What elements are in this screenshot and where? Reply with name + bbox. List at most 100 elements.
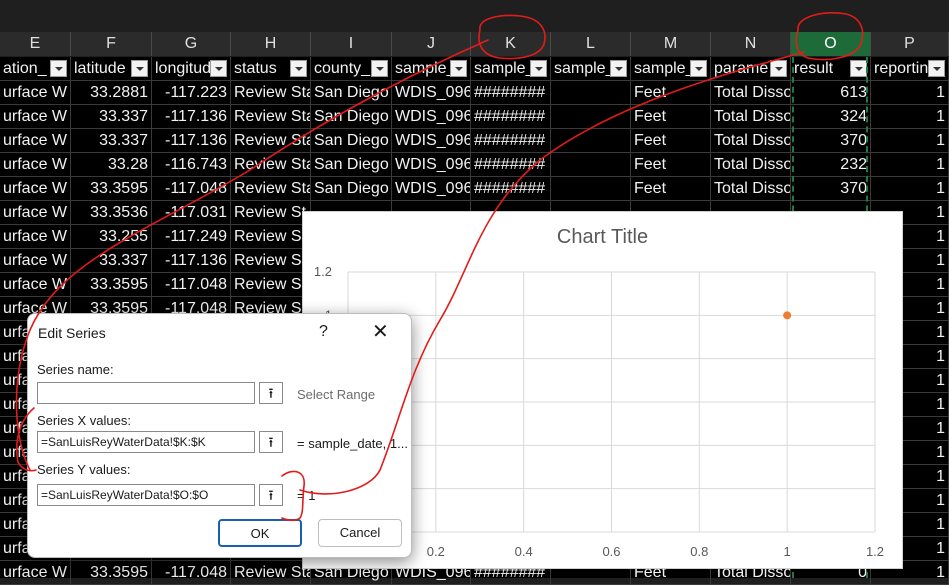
- filter-dropdown-icon[interactable]: [928, 60, 945, 77]
- table-cell[interactable]: ########: [471, 129, 551, 153]
- filter-dropdown-icon[interactable]: [610, 60, 627, 77]
- table-cell[interactable]: [551, 177, 631, 201]
- table-cell[interactable]: WDIS_096: [392, 129, 471, 153]
- cancel-button[interactable]: Cancel: [318, 519, 402, 547]
- table-cell[interactable]: San Diego: [311, 129, 392, 153]
- table-cell[interactable]: [551, 153, 631, 177]
- table-cell[interactable]: 33.3595: [71, 273, 152, 297]
- filter-dropdown-icon[interactable]: [770, 60, 787, 77]
- table-cell[interactable]: Review Sta: [231, 177, 311, 201]
- table-cell[interactable]: 370: [791, 129, 871, 153]
- filter-dropdown-icon[interactable]: [50, 60, 67, 77]
- table-cell[interactable]: 33.337: [71, 105, 152, 129]
- filter-dropdown-icon[interactable]: [290, 60, 307, 77]
- table-cell[interactable]: -117.136: [152, 129, 231, 153]
- ok-button[interactable]: OK: [218, 519, 302, 547]
- table-cell[interactable]: 33.3536: [71, 201, 152, 225]
- table-cell[interactable]: [551, 129, 631, 153]
- close-icon[interactable]: ✕: [372, 319, 389, 344]
- table-cell[interactable]: urface W: [0, 561, 71, 585]
- table-cell[interactable]: urface W: [0, 201, 71, 225]
- table-cell[interactable]: San Diego: [311, 153, 392, 177]
- table-cell[interactable]: Total Disso: [711, 129, 791, 153]
- column-header-l[interactable]: L: [551, 32, 631, 56]
- filter-dropdown-icon[interactable]: [371, 60, 388, 77]
- table-cell[interactable]: -117.031: [152, 201, 231, 225]
- table-cell[interactable]: 1: [871, 105, 949, 129]
- table-cell[interactable]: urface W: [0, 129, 71, 153]
- column-header-k[interactable]: K: [471, 32, 551, 56]
- column-header-f[interactable]: F: [71, 32, 152, 56]
- table-cell[interactable]: Review Sta: [231, 153, 311, 177]
- table-cell[interactable]: -117.136: [152, 249, 231, 273]
- table-cell[interactable]: 33.2881: [71, 81, 152, 105]
- series-y-range-icon[interactable]: ⭱: [259, 484, 283, 506]
- table-cell[interactable]: ########: [471, 153, 551, 177]
- table-cell[interactable]: San Diego: [311, 81, 392, 105]
- table-cell[interactable]: 33.28: [71, 153, 152, 177]
- table-cell[interactable]: Review S: [231, 249, 311, 273]
- table-cell[interactable]: -116.743: [152, 153, 231, 177]
- table-cell[interactable]: WDIS_096: [392, 153, 471, 177]
- table-cell[interactable]: urface W: [0, 225, 71, 249]
- table-cell[interactable]: San Diego: [311, 177, 392, 201]
- table-cell[interactable]: -117.048: [152, 561, 231, 585]
- table-cell[interactable]: Total Disso: [711, 177, 791, 201]
- table-cell[interactable]: Feet: [631, 129, 711, 153]
- column-header-p[interactable]: P: [871, 32, 949, 56]
- table-cell[interactable]: 613: [791, 81, 871, 105]
- table-cell[interactable]: 33.3595: [71, 177, 152, 201]
- table-cell[interactable]: Total Disso: [711, 153, 791, 177]
- table-cell[interactable]: urface W: [0, 177, 71, 201]
- table-cell[interactable]: -117.136: [152, 105, 231, 129]
- table-cell[interactable]: [551, 81, 631, 105]
- table-cell[interactable]: 370: [791, 177, 871, 201]
- table-cell[interactable]: urface W: [0, 153, 71, 177]
- table-cell[interactable]: urface W: [0, 81, 71, 105]
- table-cell[interactable]: ########: [471, 177, 551, 201]
- column-header-m[interactable]: M: [631, 32, 711, 56]
- table-cell[interactable]: 324: [791, 105, 871, 129]
- table-cell[interactable]: San Diego: [311, 105, 392, 129]
- table-cell[interactable]: urface W: [0, 273, 71, 297]
- column-header-i[interactable]: I: [311, 32, 392, 56]
- filter-dropdown-icon[interactable]: [450, 60, 467, 77]
- table-cell[interactable]: 1: [871, 177, 949, 201]
- table-cell[interactable]: 33.255: [71, 225, 152, 249]
- table-cell[interactable]: -117.223: [152, 81, 231, 105]
- series-name-range-icon[interactable]: ⭱: [259, 382, 283, 404]
- table-cell[interactable]: 1: [871, 129, 949, 153]
- table-cell[interactable]: Review Sta: [231, 105, 311, 129]
- column-header-h[interactable]: H: [231, 32, 311, 56]
- table-cell[interactable]: 33.337: [71, 129, 152, 153]
- filter-dropdown-icon[interactable]: [530, 60, 547, 77]
- table-cell[interactable]: [551, 105, 631, 129]
- table-cell[interactable]: WDIS_096: [392, 105, 471, 129]
- table-cell[interactable]: ########: [471, 105, 551, 129]
- column-header-j[interactable]: J: [392, 32, 471, 56]
- column-header-e[interactable]: E: [0, 32, 71, 56]
- table-cell[interactable]: Review Sta: [231, 81, 311, 105]
- filter-dropdown-icon[interactable]: [690, 60, 707, 77]
- column-header-n[interactable]: N: [711, 32, 791, 56]
- table-cell[interactable]: Review Sta: [231, 561, 311, 585]
- table-cell[interactable]: 33.337: [71, 249, 152, 273]
- table-cell[interactable]: Review S: [231, 273, 311, 297]
- series-x-input[interactable]: =SanLuisReyWaterData!$K:$K: [37, 431, 255, 453]
- filter-dropdown-icon[interactable]: [131, 60, 148, 77]
- table-cell[interactable]: Total Disso: [711, 81, 791, 105]
- table-cell[interactable]: 1: [871, 81, 949, 105]
- help-icon[interactable]: ?: [319, 323, 328, 341]
- table-cell[interactable]: urface W: [0, 249, 71, 273]
- filter-dropdown-icon[interactable]: [850, 60, 867, 77]
- table-cell[interactable]: Feet: [631, 81, 711, 105]
- table-cell[interactable]: Total Disso: [711, 105, 791, 129]
- table-cell[interactable]: Review S: [231, 225, 311, 249]
- table-cell[interactable]: Feet: [631, 177, 711, 201]
- column-header-g[interactable]: G: [152, 32, 231, 56]
- table-cell[interactable]: 1: [871, 153, 949, 177]
- table-cell[interactable]: -117.249: [152, 225, 231, 249]
- filter-dropdown-icon[interactable]: [210, 60, 227, 77]
- table-cell[interactable]: 33.3595: [71, 561, 152, 585]
- table-cell[interactable]: -117.048: [152, 177, 231, 201]
